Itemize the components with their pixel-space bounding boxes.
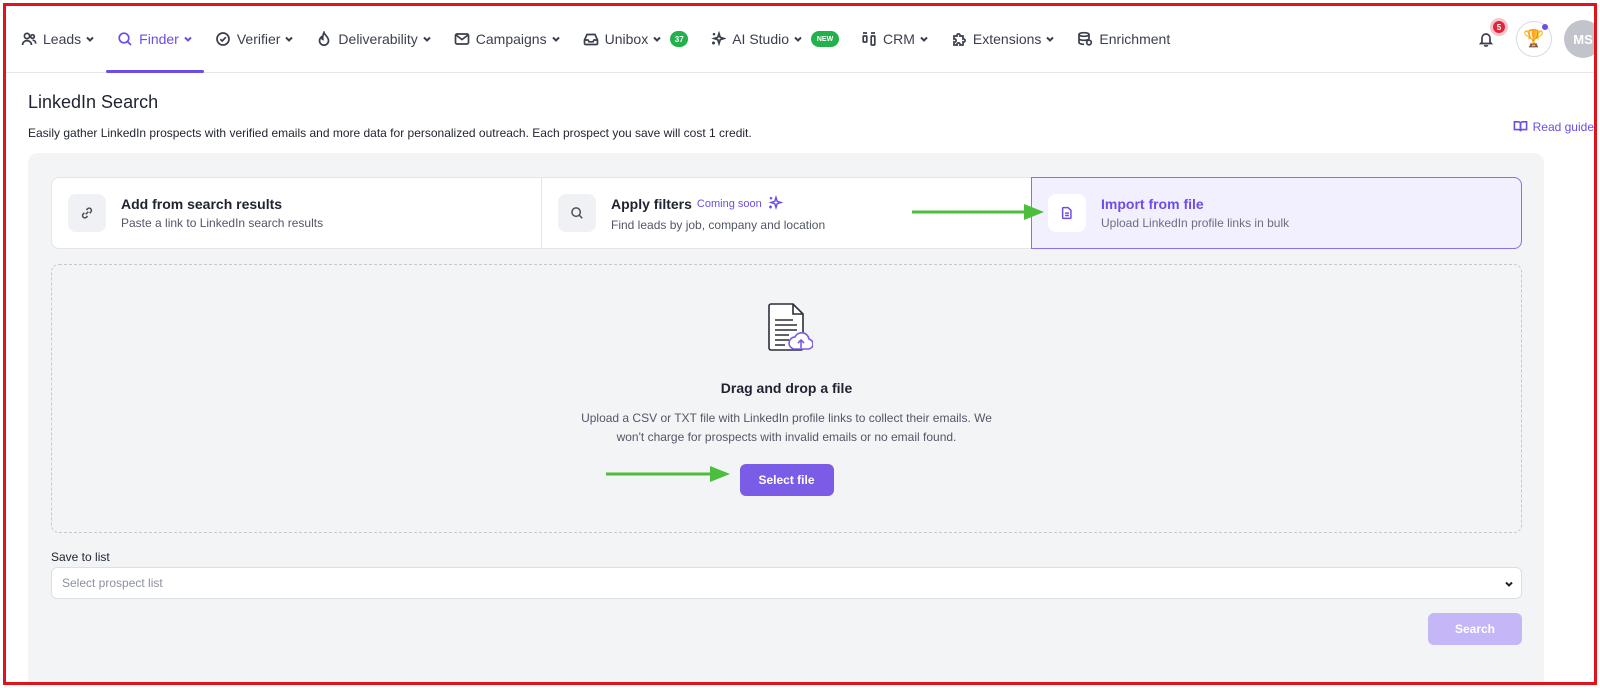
method-text: Apply filters Coming soon Find leads by … [611, 194, 826, 232]
nav-label: Leads [43, 31, 82, 47]
chevron-down-icon [184, 36, 192, 42]
method-icon-box [68, 194, 106, 232]
notifications-button[interactable]: 5 [1474, 18, 1508, 51]
page-title: LinkedIn Search [28, 92, 159, 112]
read-guide-link[interactable]: Read guide [1513, 119, 1594, 134]
nav-label: Enrichment [1099, 31, 1171, 47]
nav-label: Verifier [236, 31, 281, 47]
achievements-button[interactable]: 🏆 [1516, 21, 1552, 57]
annotation-arrow-import [912, 204, 1044, 220]
chevron-down-icon [551, 36, 560, 42]
method-desc: Find leads by job, company and location [611, 217, 826, 232]
kanban-icon [862, 32, 876, 46]
method-import-from-file[interactable]: Import from file Upload LinkedIn profile… [1031, 177, 1522, 249]
chevron-down-icon [794, 36, 802, 42]
file-upload-icon [767, 303, 813, 351]
chevron-down-icon [1505, 581, 1513, 587]
chevron-down-icon [1046, 36, 1055, 42]
method-text: Import from file Upload LinkedIn profile… [1101, 196, 1289, 230]
coming-soon-tag: Coming soon [696, 198, 762, 210]
nav-label: Finder [139, 31, 179, 47]
file-icon [1061, 206, 1072, 220]
notification-count-badge: 5 [1490, 18, 1508, 36]
method-text: Add from search results Paste a link to … [121, 196, 323, 230]
book-open-icon [1513, 121, 1527, 132]
unibox-count-badge: 37 [670, 31, 689, 47]
nav-label: CRM [883, 31, 915, 47]
bell-icon [1478, 33, 1494, 47]
method-desc: Paste a link to LinkedIn search results [121, 216, 324, 230]
method-title: Import from file [1101, 196, 1204, 212]
nav-item-deliverability[interactable]: Deliverability [305, 6, 442, 72]
nav-item-finder[interactable]: Finder [106, 6, 204, 73]
nav-item-campaigns[interactable]: Campaigns [443, 6, 572, 72]
trophy-icon: 🏆 [1523, 29, 1545, 48]
annotation-arrow-select-file [606, 466, 730, 482]
method-add-from-search-results[interactable]: Add from search results Paste a link to … [52, 178, 541, 248]
method-icon-box [1048, 194, 1086, 232]
sparkle-icon [767, 194, 784, 214]
page-header: LinkedIn Search Easily gather LinkedIn p… [28, 92, 1594, 140]
search-icon [118, 32, 132, 46]
inbox-icon [583, 33, 598, 46]
nav-item-enrichment[interactable]: Enrichment [1066, 6, 1181, 72]
save-to-list-label: Save to list [51, 550, 110, 564]
puzzle-icon [953, 33, 966, 46]
method-title: Apply filters Coming soon [611, 194, 825, 214]
check-circle-icon [215, 32, 230, 46]
nav-label: Unibox [604, 31, 649, 47]
page-subtitle: Easily gather LinkedIn prospects with ve… [28, 126, 752, 140]
users-icon [21, 32, 37, 46]
chevron-down-icon [285, 36, 294, 42]
prospect-list-placeholder: Select prospect list [62, 576, 163, 590]
method-title: Add from search results [121, 196, 283, 212]
chevron-down-icon [86, 36, 94, 42]
import-method-tabs: Add from search results Paste a link to … [51, 177, 1522, 249]
chevron-down-icon [423, 36, 431, 42]
prospect-list-select[interactable]: Select prospect list [51, 567, 1522, 599]
app-window: Leads Finder Verifier Deliverability Cam [6, 6, 1594, 682]
select-file-button[interactable]: Select file [739, 464, 834, 496]
file-dropzone[interactable]: Drag and drop a file Upload a CSV or TXT… [51, 264, 1522, 533]
avatar[interactable]: MS [1564, 20, 1594, 58]
sparkle-icon [711, 31, 727, 47]
nav-item-ai-studio[interactable]: AI Studio NEW [699, 6, 850, 72]
top-nav: Leads Finder Verifier Deliverability Cam [6, 6, 1594, 73]
nav-item-unibox[interactable]: Unibox 37 [572, 6, 700, 72]
link-icon [81, 207, 93, 219]
nav-item-verifier[interactable]: Verifier [204, 6, 306, 72]
dropzone-desc: Upload a CSV or TXT file with LinkedIn p… [581, 411, 992, 444]
search-button: Search [1428, 613, 1522, 645]
database-icon [1078, 31, 1093, 46]
nav-item-leads[interactable]: Leads [10, 6, 106, 72]
search-icon [571, 207, 583, 219]
nav-item-crm[interactable]: CRM [850, 6, 940, 72]
new-badge: NEW [811, 31, 840, 47]
nav-item-extensions[interactable]: Extensions [940, 6, 1066, 72]
nav-right: 5 🏆 MS [1474, 6, 1594, 72]
read-guide-label: Read guide [1532, 119, 1594, 134]
chevron-down-icon [920, 36, 928, 42]
method-desc: Upload LinkedIn profile links in bulk [1101, 216, 1290, 230]
mail-icon [454, 33, 470, 45]
nav-label: Extensions [972, 31, 1042, 47]
method-icon-box [558, 194, 596, 232]
linkedin-search-panel: Add from search results Paste a link to … [28, 153, 1544, 682]
chevron-down-icon [653, 36, 661, 42]
nav-label: Campaigns [475, 31, 547, 47]
nav-items: Leads Finder Verifier Deliverability Cam [6, 6, 1181, 73]
nav-label: AI Studio [732, 31, 790, 47]
nav-label: Deliverability [338, 31, 418, 47]
dropzone-title: Drag and drop a file [720, 380, 853, 396]
flame-icon [319, 31, 330, 47]
